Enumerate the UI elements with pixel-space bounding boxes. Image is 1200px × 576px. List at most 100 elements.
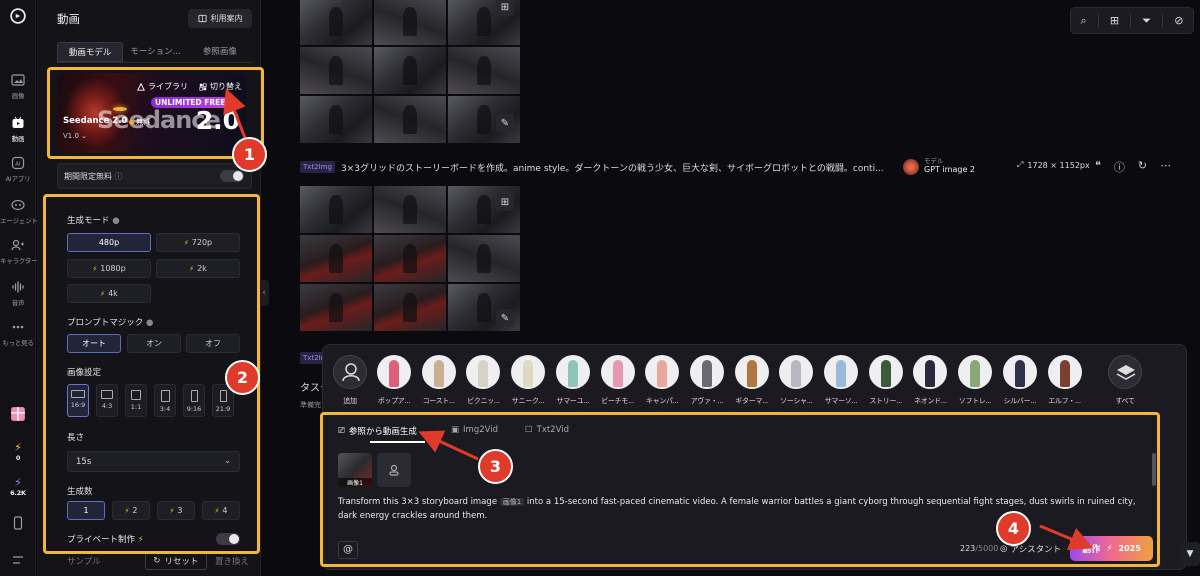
- inline-image-tag[interactable]: 画像1: [499, 498, 525, 506]
- option-label: 1080p: [100, 264, 126, 273]
- library-button[interactable]: ライブラリ: [137, 81, 188, 92]
- add-reference-button[interactable]: [377, 453, 411, 487]
- scrollbar[interactable]: [1152, 453, 1156, 486]
- result-grid-2[interactable]: [300, 186, 520, 331]
- aspect-16-9[interactable]: 16:9: [67, 384, 89, 417]
- edit-brush-icon[interactable]: ✎: [496, 114, 514, 132]
- chevron-down-icon: ⌄: [81, 132, 88, 140]
- model-value: GPT image 2: [924, 165, 976, 174]
- rail-item-agent[interactable]: エージェント: [0, 198, 38, 225]
- resolution-720p[interactable]: ⚡ 720p: [156, 233, 240, 252]
- tab-txt2vid[interactable]: ☐ Txt2Vid: [525, 425, 569, 435]
- more-icon[interactable]: ⋯: [1160, 159, 1171, 175]
- count-2[interactable]: ⚡ 2: [112, 501, 150, 520]
- character-label: ビクニッ...: [467, 397, 500, 405]
- magic-off[interactable]: オフ: [186, 334, 240, 353]
- character-item[interactable]: キャンパ...: [645, 355, 680, 406]
- add-character-button[interactable]: 追加: [333, 355, 367, 406]
- hide-icon[interactable]: ⊘: [1174, 14, 1183, 27]
- aspect-9-16[interactable]: 9:16: [183, 384, 205, 417]
- aspect-3-4[interactable]: 3:4: [154, 384, 176, 417]
- character-item[interactable]: ソフトレ...: [958, 355, 993, 406]
- gift-button[interactable]: [0, 406, 36, 425]
- filter-icon[interactable]: ⏷: [1142, 14, 1151, 28]
- create-button[interactable]: 創作 ⚡ 2025: [1070, 536, 1153, 561]
- count-3[interactable]: ⚡ 3: [157, 501, 195, 520]
- rail-item-character[interactable]: キャラクター: [0, 238, 38, 265]
- vip-icon: ⚡: [183, 238, 189, 247]
- resolution-4k[interactable]: ⚡ 4k: [67, 284, 151, 303]
- rail-label: 音声: [11, 299, 25, 307]
- limited-free-toggle[interactable]: [220, 170, 244, 182]
- character-item[interactable]: コースト...: [421, 355, 456, 406]
- sample-label: サンプル: [67, 557, 101, 567]
- menu-button[interactable]: [0, 553, 36, 570]
- character-item[interactable]: ソーシャ...: [779, 355, 814, 406]
- search-icon[interactable]: ⌕: [1081, 14, 1087, 28]
- info-icon[interactable]: ⓘ: [1114, 159, 1125, 175]
- aspect-1-1[interactable]: 1:1: [125, 384, 147, 417]
- rail-label: 画像: [11, 92, 25, 100]
- character-item[interactable]: サマーユ...: [555, 355, 590, 406]
- reset-button[interactable]: ↻ リセット: [145, 552, 207, 570]
- private-toggle[interactable]: [216, 533, 240, 545]
- character-strip: 追加 ポップア... コースト... ビクニッ... サニーク... サマーユ... ビー…: [333, 355, 1183, 413]
- switch-model-button[interactable]: 切り替え: [199, 81, 242, 92]
- magic-on[interactable]: オン: [127, 334, 181, 353]
- rail-label: もっと見る: [2, 339, 34, 347]
- refresh-icon[interactable]: ↻: [1138, 159, 1147, 175]
- character-item[interactable]: エルフ・...: [1047, 355, 1082, 406]
- magic-auto[interactable]: オート: [67, 334, 121, 353]
- character-item[interactable]: ポップア...: [377, 355, 411, 406]
- tab-img2vid[interactable]: ▣ Img2Vid: [451, 425, 498, 435]
- tab-video-model[interactable]: 動画モデル: [57, 42, 124, 62]
- character-item[interactable]: サマーソ...: [824, 355, 858, 406]
- model-price-label: 無料: [136, 118, 150, 126]
- reference-thumbnail[interactable]: 画像1: [338, 453, 372, 487]
- result-prompt-row: Txt2Img 3×3グリッドのストーリーボードを作成。anime style。…: [300, 157, 1180, 176]
- character-item[interactable]: ギターマ...: [734, 355, 769, 406]
- mobile-button[interactable]: [0, 516, 36, 533]
- tab-motion[interactable]: モーション...: [123, 42, 187, 62]
- count-4[interactable]: ⚡ 4: [202, 501, 240, 520]
- app-logo[interactable]: [0, 8, 36, 27]
- aspect-4-3[interactable]: 4:3: [96, 384, 118, 417]
- rail-item-audio[interactable]: 音声: [0, 280, 36, 307]
- result-grid-1[interactable]: [300, 0, 520, 143]
- character-item[interactable]: シルバー...: [1002, 355, 1037, 406]
- expand-icon[interactable]: ⊞: [496, 0, 514, 16]
- rail-item-more[interactable]: もっと見る: [0, 320, 36, 347]
- tab-reference-to-video[interactable]: ⎚ 参照から動画生成: [338, 425, 417, 437]
- character-item[interactable]: ビクニッ...: [466, 355, 501, 406]
- prompt-input[interactable]: Transform this 3×3 storyboard image 画像1 …: [338, 495, 1153, 523]
- mention-button[interactable]: @: [338, 541, 358, 559]
- character-item[interactable]: ビーチモ...: [600, 355, 635, 406]
- all-characters-button[interactable]: すべて: [1108, 355, 1142, 406]
- grid-view-icon[interactable]: ⊞: [1110, 14, 1119, 27]
- character-avatar: [824, 355, 858, 389]
- character-item[interactable]: ストリー...: [868, 355, 903, 406]
- scroll-down-button[interactable]: ▼: [1180, 542, 1200, 566]
- model-avatar-icon: [903, 159, 919, 175]
- rail-item-ai-app[interactable]: AI AIアプリ: [0, 156, 36, 183]
- expand-icon[interactable]: ⊞: [496, 193, 514, 211]
- character-item[interactable]: アヴァ・...: [689, 355, 724, 406]
- tab-reference-image[interactable]: 参照画像: [188, 42, 252, 62]
- character-item[interactable]: サニーク...: [511, 355, 546, 406]
- resolution-480p[interactable]: 480p: [67, 233, 151, 252]
- resolution-2k[interactable]: ⚡ 2k: [156, 259, 240, 278]
- resolution-1080p[interactable]: ⚡ 1080p: [67, 259, 151, 278]
- duration-select[interactable]: 15s ⌄: [67, 451, 240, 472]
- edit-brush-icon[interactable]: ✎: [496, 309, 514, 327]
- result-prompt-text[interactable]: 3×3グリッドのストーリーボードを作成。anime style。ダークトーンの戦…: [341, 161, 911, 174]
- guide-button[interactable]: 利用案内: [188, 9, 252, 28]
- view-toolbar: ⌕ ⊞ ⏷ ⊘: [1070, 7, 1194, 34]
- rail-item-image[interactable]: 画像: [0, 73, 36, 100]
- model-card[interactable]: Seedance 2.0 UNLIMITED FREE ライブラリ 切り替え S…: [57, 73, 246, 153]
- magic-title-text: プロンプトマジック: [67, 318, 144, 328]
- quote-icon[interactable]: ❝: [1095, 159, 1101, 175]
- character-item[interactable]: ネオンド...: [913, 355, 948, 406]
- model-version-select[interactable]: V1.0 ⌄: [63, 132, 87, 140]
- rail-item-video[interactable]: 動画: [0, 116, 36, 143]
- count-1[interactable]: 1: [67, 501, 105, 520]
